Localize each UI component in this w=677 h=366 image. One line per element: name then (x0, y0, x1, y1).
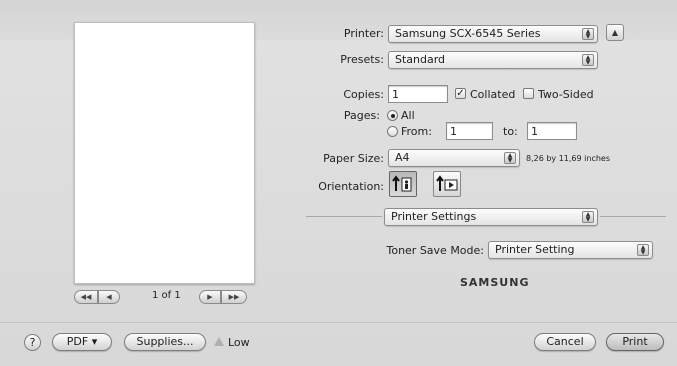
paper-size-value: A4 (395, 151, 410, 164)
collated-label: Collated (470, 88, 516, 101)
collated-checkbox[interactable]: ✓ (455, 88, 466, 99)
pdf-button[interactable]: PDF ▾ (52, 333, 112, 351)
section-divider-left (306, 216, 382, 217)
popup-arrows-icon: ▲ ▼ (504, 152, 516, 164)
two-sided-label: Two-Sided (538, 88, 594, 101)
toner-save-popup[interactable]: Printer Setting ▲ ▼ (488, 241, 653, 259)
popup-arrows-icon: ▲ ▼ (582, 211, 594, 223)
copies-label: Copies: (343, 88, 384, 101)
printer-popup[interactable]: Samsung SCX-6545 Series ▲ ▼ (388, 25, 598, 43)
portrait-icon (392, 175, 412, 192)
last-page-button[interactable]: ▶▶ (221, 290, 247, 304)
presets-value: Standard (395, 53, 446, 66)
pages-to-label: to: (503, 125, 518, 138)
print-button[interactable]: Print (606, 333, 664, 351)
section-value: Printer Settings (391, 210, 477, 223)
popup-arrows-icon: ▲ ▼ (637, 244, 649, 256)
pages-from-field[interactable]: 1 (446, 122, 493, 140)
two-sided-checkbox[interactable] (523, 88, 534, 99)
help-button[interactable]: ? (24, 334, 41, 351)
pages-all-label: All (401, 109, 415, 122)
copies-field[interactable]: 1 (388, 85, 448, 103)
landscape-icon (436, 175, 458, 191)
pages-from-label: From: (401, 125, 432, 138)
pages-label: Pages: (343, 109, 380, 122)
orientation-portrait-button[interactable] (389, 171, 417, 197)
paper-dimensions: 8,26 by 11,69 inches (526, 154, 611, 163)
previous-page-button[interactable]: ◀ (98, 290, 120, 304)
orientation-landscape-button[interactable] (433, 171, 461, 197)
disclosure-triangle-icon[interactable]: ▲ (606, 24, 624, 41)
section-popup[interactable]: Printer Settings ▲ ▼ (384, 208, 598, 226)
first-page-button[interactable]: ◀◀ (74, 290, 98, 304)
popup-arrows-icon: ▲ ▼ (582, 28, 594, 40)
paper-size-popup[interactable]: A4 ▲ ▼ (388, 149, 520, 167)
footer-separator (0, 322, 677, 323)
page-count: 1 of 1 (152, 290, 181, 301)
supplies-button[interactable]: Supplies... (124, 333, 206, 351)
presets-label: Presets: (340, 53, 384, 66)
section-divider-right (600, 216, 666, 217)
orientation-label: Orientation: (318, 180, 384, 193)
popup-arrows-icon: ▲ ▼ (582, 54, 594, 66)
printer-value: Samsung SCX-6545 Series (395, 27, 541, 40)
toner-save-value: Printer Setting (495, 243, 575, 256)
preview-forward-controls: ▶ ▶▶ (199, 290, 247, 304)
preview-back-controls: ◀◀ ◀ (74, 290, 120, 304)
pages-all-radio[interactable] (387, 110, 398, 121)
print-dialog: ◀◀ ◀ 1 of 1 ▶ ▶▶ Printer: Samsung SCX-65… (0, 0, 677, 366)
supply-warning-icon (214, 337, 224, 346)
cancel-button[interactable]: Cancel (534, 333, 596, 351)
pages-to-field[interactable]: 1 (527, 122, 577, 140)
printer-label: Printer: (343, 27, 384, 40)
samsung-logo: SAMSUNG (460, 276, 530, 289)
pages-from-radio[interactable] (387, 126, 398, 137)
toner-save-label: Toner Save Mode: (386, 244, 484, 257)
supply-level-label: Low (228, 336, 250, 349)
presets-popup[interactable]: Standard ▲ ▼ (388, 51, 598, 69)
paper-size-label: Paper Size: (323, 152, 384, 165)
next-page-button[interactable]: ▶ (199, 290, 221, 304)
print-preview (74, 22, 255, 284)
